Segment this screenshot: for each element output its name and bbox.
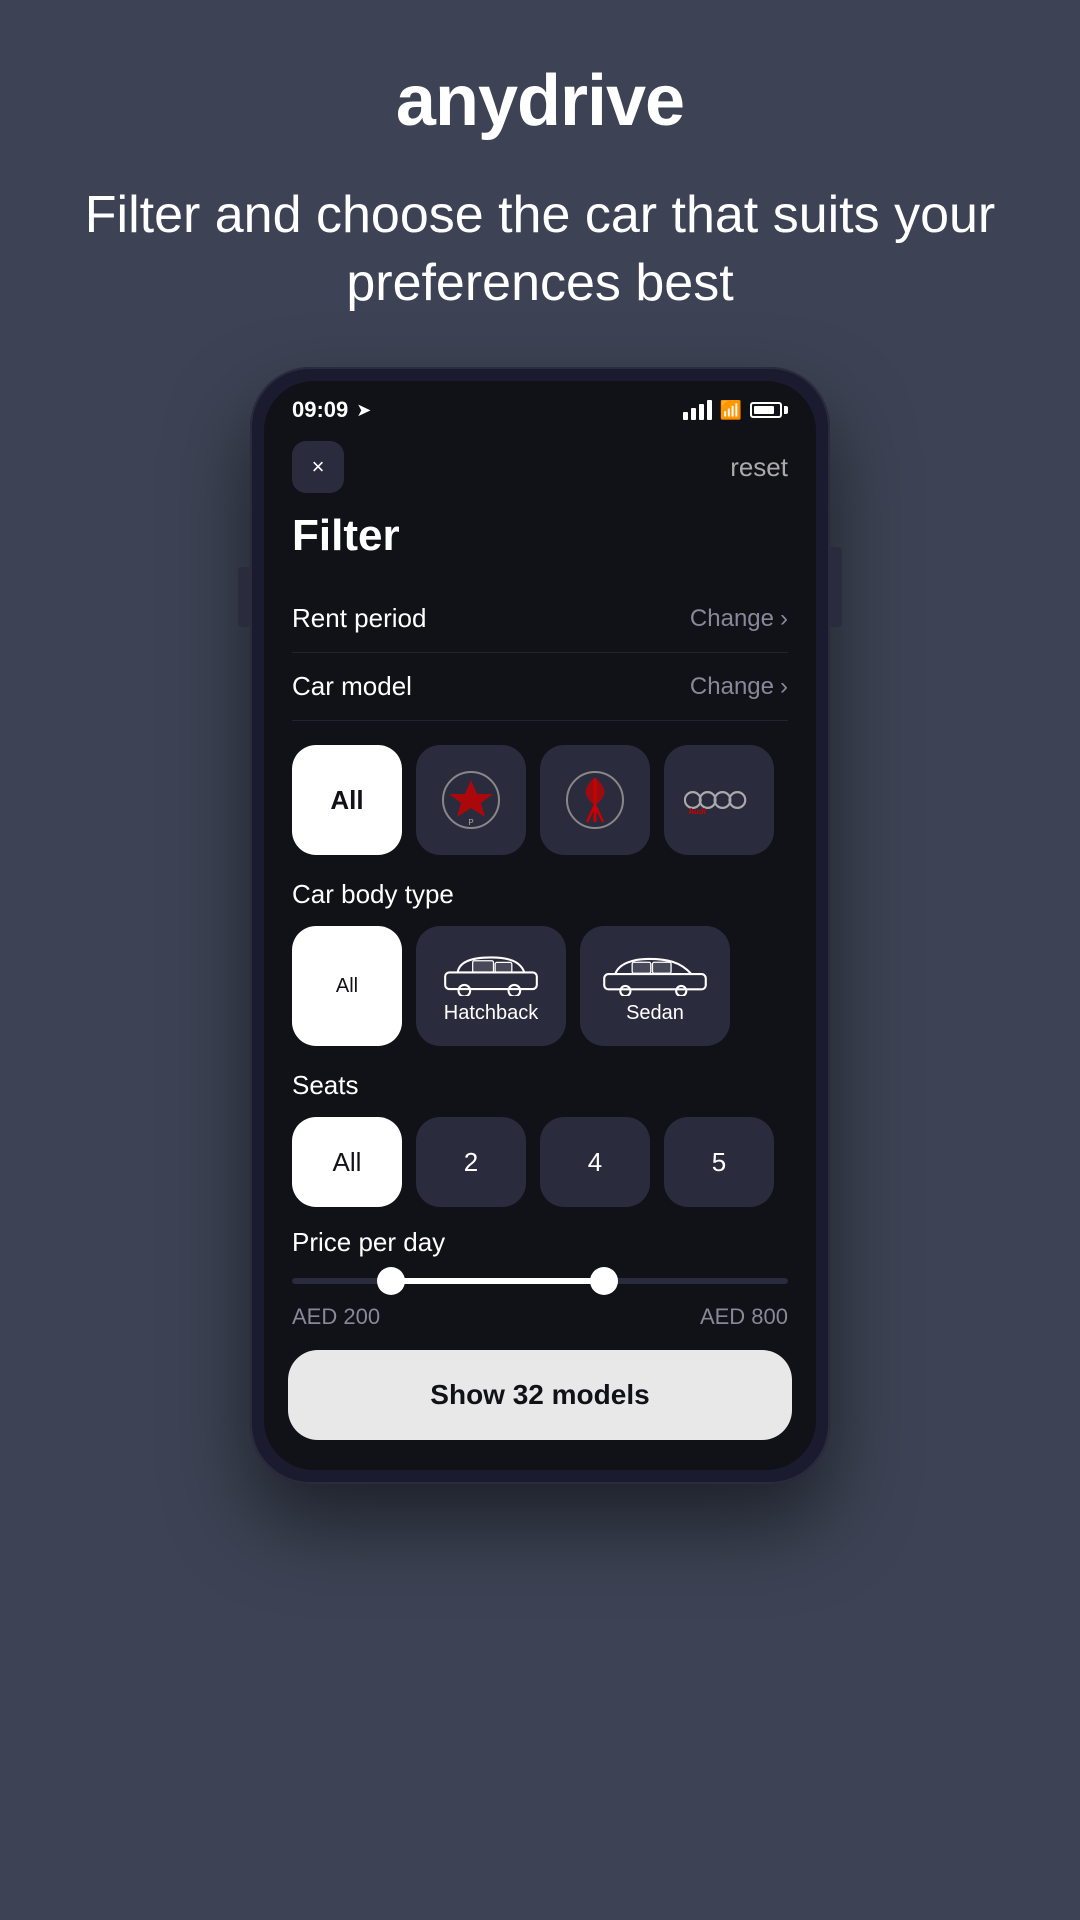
brand-chips: All P	[292, 745, 788, 855]
phone-mockup: 09:09 ➤ 📶	[250, 367, 830, 1484]
status-bar: 09:09 ➤ 📶	[264, 381, 816, 431]
brand-chip-audi[interactable]: Audi	[664, 745, 774, 855]
price-max: AED 800	[700, 1304, 788, 1330]
body-chip-all-label: All	[336, 975, 358, 998]
reset-button[interactable]: reset	[730, 452, 788, 483]
show-models-label: Show 32 models	[430, 1379, 649, 1411]
slider-thumb-right[interactable]	[590, 1267, 618, 1295]
slider-thumb-left[interactable]	[377, 1267, 405, 1295]
status-time: 09:09	[292, 397, 348, 423]
location-icon: ➤	[356, 400, 371, 421]
brand-chip-all-label: All	[330, 785, 363, 816]
svg-text:P: P	[468, 818, 473, 827]
brand-chips-row: All P	[292, 745, 788, 855]
body-chip-sedan[interactable]: Sedan	[580, 926, 730, 1046]
filter-header: × reset	[292, 441, 788, 493]
price-range: AED 200 AED 800	[292, 1304, 788, 1330]
seats-chips-row: All 2 4 5	[292, 1117, 788, 1207]
audi-logo: Audi	[684, 765, 754, 835]
svg-text:Audi: Audi	[688, 807, 705, 816]
body-type-chips-row: All	[292, 926, 788, 1046]
price-section: Price per day AED 200 AED 800	[292, 1227, 788, 1330]
seat-chip-4[interactable]: 4	[540, 1117, 650, 1207]
battery-icon	[750, 402, 788, 418]
body-chip-hatchback-label: Hatchback	[444, 1002, 539, 1025]
sedan-icon	[600, 948, 710, 996]
wifi-icon: 📶	[720, 400, 742, 421]
seat-chip-all-label: All	[333, 1147, 362, 1178]
brand-chip-maserati[interactable]	[540, 745, 650, 855]
seat-chip-5[interactable]: 5	[664, 1117, 774, 1207]
body-chip-all[interactable]: All	[292, 926, 402, 1046]
body-chip-hatchback[interactable]: Hatchback	[416, 926, 566, 1046]
app-tagline: Filter and choose the car that suits you…	[0, 182, 1080, 317]
seat-chip-4-label: 4	[588, 1147, 602, 1178]
body-chip-sedan-label: Sedan	[626, 1002, 684, 1025]
seat-chip-all[interactable]: All	[292, 1117, 402, 1207]
hatchback-icon	[441, 948, 541, 996]
chevron-right-icon-2: ›	[780, 673, 788, 701]
close-icon: ×	[312, 454, 325, 480]
slider-fill	[391, 1278, 604, 1284]
app-title: anydrive	[396, 60, 684, 142]
rent-period-row[interactable]: Rent period Change ›	[292, 585, 788, 653]
filter-title: Filter	[292, 511, 788, 561]
chevron-right-icon: ›	[780, 605, 788, 633]
brand-chip-all[interactable]: All	[292, 745, 402, 855]
seat-chip-5-label: 5	[712, 1147, 726, 1178]
porsche-logo: P	[436, 765, 506, 835]
seat-chip-2-label: 2	[464, 1147, 478, 1178]
brand-chip-porsche[interactable]: P	[416, 745, 526, 855]
rent-period-label: Rent period	[292, 603, 426, 634]
status-icons: 📶	[683, 400, 788, 421]
seats-section: Seats All 2 4 5	[292, 1070, 788, 1207]
seats-label: Seats	[292, 1070, 788, 1101]
show-models-button[interactable]: Show 32 models	[288, 1350, 792, 1440]
price-min: AED 200	[292, 1304, 380, 1330]
close-button[interactable]: ×	[292, 441, 344, 493]
body-type-label: Car body type	[292, 879, 788, 910]
body-type-section: Car body type All	[292, 879, 788, 1046]
car-model-row[interactable]: Car model Change ›	[292, 653, 788, 721]
car-model-label: Car model	[292, 671, 412, 702]
rent-period-action[interactable]: Change ›	[690, 605, 788, 633]
seat-chip-2[interactable]: 2	[416, 1117, 526, 1207]
car-model-action[interactable]: Change ›	[690, 673, 788, 701]
price-slider[interactable]	[292, 1278, 788, 1284]
signal-icon	[683, 400, 712, 420]
price-label: Price per day	[292, 1227, 788, 1258]
maserati-logo	[560, 765, 630, 835]
show-button-wrapper: Show 32 models	[264, 1330, 816, 1470]
